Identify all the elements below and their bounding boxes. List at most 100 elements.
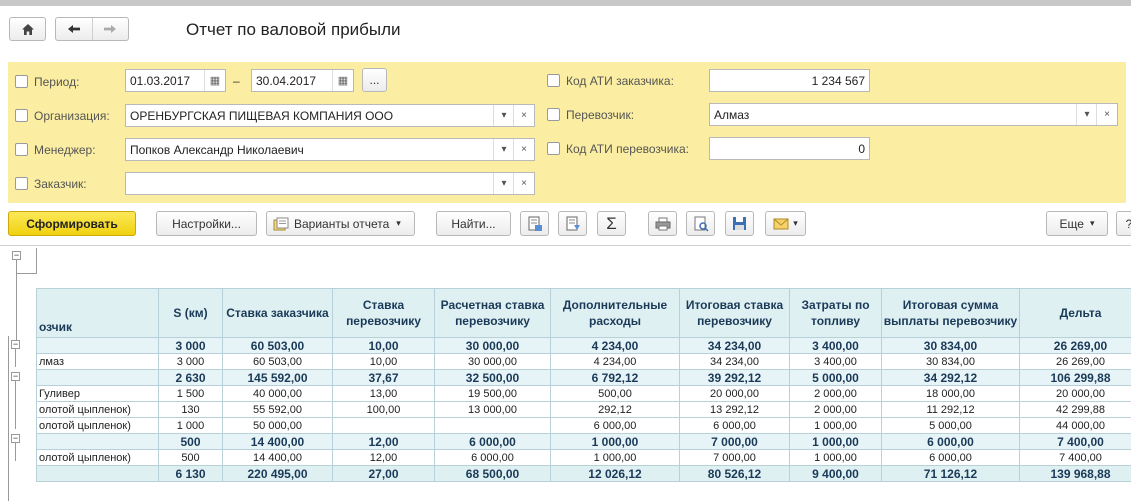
table-cell: 60 503,00 <box>222 353 333 370</box>
table-cell: 68 500,00 <box>434 465 551 482</box>
print-preview-icon <box>694 216 709 232</box>
organization-field[interactable]: ОРЕНБУРГСКАЯ ПИЩЕВАЯ КОМПАНИЯ ООО ▾ × <box>125 104 535 127</box>
settings-button[interactable]: Настройки... <box>156 211 257 236</box>
period-label: Период: <box>34 75 80 89</box>
table-group-row[interactable]: 500 14 400,00 12,00 6 000,00 1 000,00 7 000,0… <box>36 433 1131 450</box>
clear-icon[interactable]: × <box>513 105 534 126</box>
generate-button[interactable]: Сформировать <box>8 211 136 236</box>
table-cell: 60 503,00 <box>222 337 333 354</box>
help-button[interactable]: ? <box>1116 211 1131 236</box>
carrier-label: Перевозчик: <box>566 108 635 122</box>
table-cell: 6 000,00 <box>434 449 551 466</box>
chevron-down-icon[interactable]: ▾ <box>1076 104 1097 125</box>
table-row[interactable]: олотой цыпленок) 130 55 592,00 100,00 13 000… <box>36 401 1131 418</box>
chevron-down-icon[interactable]: ▾ <box>493 139 514 160</box>
table-group-row[interactable]: 2 630 145 592,00 37,67 32 500,00 6 792,12 39 … <box>36 369 1131 386</box>
column-header: S (км) <box>158 288 223 338</box>
table-cell-name <box>36 433 159 450</box>
report-table: озчик S (км) Ставка заказчика Ставка перево… <box>36 288 1131 482</box>
manager-checkbox[interactable] <box>15 143 28 156</box>
table-cell-name: олотой цыпленок) <box>36 401 159 418</box>
table-cell: 13,00 <box>332 385 435 402</box>
organization-label: Организация: <box>34 109 110 123</box>
clear-icon[interactable]: × <box>1096 104 1117 125</box>
table-row[interactable]: Гуливер 1 500 40 000,00 13,00 19 500,00 500,0… <box>36 385 1131 402</box>
expand-groups-icon <box>528 216 542 231</box>
home-button[interactable] <box>9 17 46 41</box>
table-cell: 500,00 <box>550 385 680 402</box>
carrier-ati-field[interactable]: 0 <box>709 137 870 160</box>
collapse-icon[interactable]: − <box>11 340 20 349</box>
print-preview-button[interactable] <box>686 211 715 236</box>
table-cell: 9 400,00 <box>789 465 882 482</box>
more-button[interactable]: Еще ▾ <box>1046 211 1108 236</box>
table-cell: 20 000,00 <box>679 385 790 402</box>
period-from-field[interactable]: 01.03.2017 ▦ <box>125 69 226 92</box>
collapse-icon[interactable]: − <box>11 434 20 443</box>
table-cell: 130 <box>158 401 223 418</box>
calendar-icon[interactable]: ▦ <box>204 70 225 91</box>
chevron-down-icon[interactable]: ▾ <box>493 105 514 126</box>
table-group-row[interactable]: 3 000 60 503,00 10,00 30 000,00 4 234,00 34 2… <box>36 337 1131 354</box>
carrier-field[interactable]: Алмаз ▾ × <box>709 103 1118 126</box>
manager-field[interactable]: Попков Александр Николаевич ▾ × <box>125 138 535 161</box>
carrier-ati-checkbox[interactable] <box>547 142 560 155</box>
table-total-row[interactable]: 6 130 220 495,00 27,00 68 500,00 12 026,12 80… <box>36 465 1131 482</box>
organization-checkbox[interactable] <box>15 109 28 122</box>
customer-label: Заказчик: <box>34 177 87 191</box>
chevron-down-icon: ▾ <box>793 218 798 228</box>
chevron-down-icon[interactable]: ▾ <box>493 173 514 194</box>
table-cell: 10,00 <box>332 353 435 370</box>
sum-button[interactable]: Σ <box>597 211 626 236</box>
customer-ati-checkbox[interactable] <box>547 74 560 87</box>
column-header: Расчетная ставка перевозчику <box>434 288 551 338</box>
table-cell: 55 592,00 <box>222 401 333 418</box>
table-cell: 12,00 <box>332 433 435 450</box>
table-cell-name <box>36 337 159 354</box>
carrier-checkbox[interactable] <box>547 108 560 121</box>
table-cell-name <box>36 369 159 386</box>
table-cell: 3 000 <box>158 337 223 354</box>
table-cell: 1 000 <box>158 417 223 434</box>
customer-ati-field[interactable]: 1 234 567 <box>709 69 870 92</box>
table-cell: 1 000,00 <box>789 417 882 434</box>
filters-panel: Период: 01.03.2017 ▦ – 30.04.2017 ▦ ... … <box>8 62 1126 203</box>
column-header: Итоговая сумма выплаты перевозчику <box>881 288 1020 338</box>
table-cell: 34 292,12 <box>881 369 1020 386</box>
back-button[interactable] <box>56 18 93 40</box>
collapse-groups-button[interactable] <box>558 211 587 236</box>
customer-checkbox[interactable] <box>15 177 28 190</box>
table-cell: 13 000,00 <box>434 401 551 418</box>
table-cell: 1 000,00 <box>550 433 680 450</box>
calendar-icon[interactable]: ▦ <box>332 70 353 91</box>
clear-icon[interactable]: × <box>513 139 534 160</box>
column-header: Дополнительные расходы <box>550 288 680 338</box>
table-cell: 292,12 <box>550 401 680 418</box>
clear-icon[interactable]: × <box>513 173 534 194</box>
send-email-button[interactable]: ▾ <box>765 211 806 236</box>
find-button[interactable]: Найти... <box>436 211 511 236</box>
forward-button[interactable] <box>93 18 128 40</box>
table-cell: 32 500,00 <box>434 369 551 386</box>
chevron-down-icon: ▾ <box>396 218 401 228</box>
table-cell: 4 234,00 <box>550 353 680 370</box>
report-variants-label: Варианты отчета <box>294 216 390 231</box>
table-cell: 6 000,00 <box>434 433 551 450</box>
table-row[interactable]: олотой цыпленок) 500 14 400,00 12,00 6 000,0… <box>36 449 1131 466</box>
table-cell: 1 500 <box>158 385 223 402</box>
customer-field[interactable]: ▾ × <box>125 172 535 195</box>
table-cell: 2 000,00 <box>789 401 882 418</box>
table-cell: 20 000,00 <box>1019 385 1131 402</box>
tree-line <box>15 443 16 461</box>
expand-groups-button[interactable] <box>520 211 549 236</box>
table-row[interactable]: олотой цыпленок) 1 000 50 000,00 6 000,00 6 … <box>36 417 1131 434</box>
collapse-icon[interactable]: − <box>11 372 20 381</box>
period-select-button[interactable]: ... <box>362 68 387 92</box>
table-cell: 30 000,00 <box>434 353 551 370</box>
table-row[interactable]: лмаз 3 000 60 503,00 10,00 30 000,00 4 234,00… <box>36 353 1131 370</box>
print-button[interactable] <box>648 211 677 236</box>
save-button[interactable] <box>725 211 754 236</box>
report-variants-button[interactable]: Варианты отчета ▾ <box>266 211 415 236</box>
period-checkbox[interactable] <box>15 75 28 88</box>
period-to-field[interactable]: 30.04.2017 ▦ <box>251 69 354 92</box>
